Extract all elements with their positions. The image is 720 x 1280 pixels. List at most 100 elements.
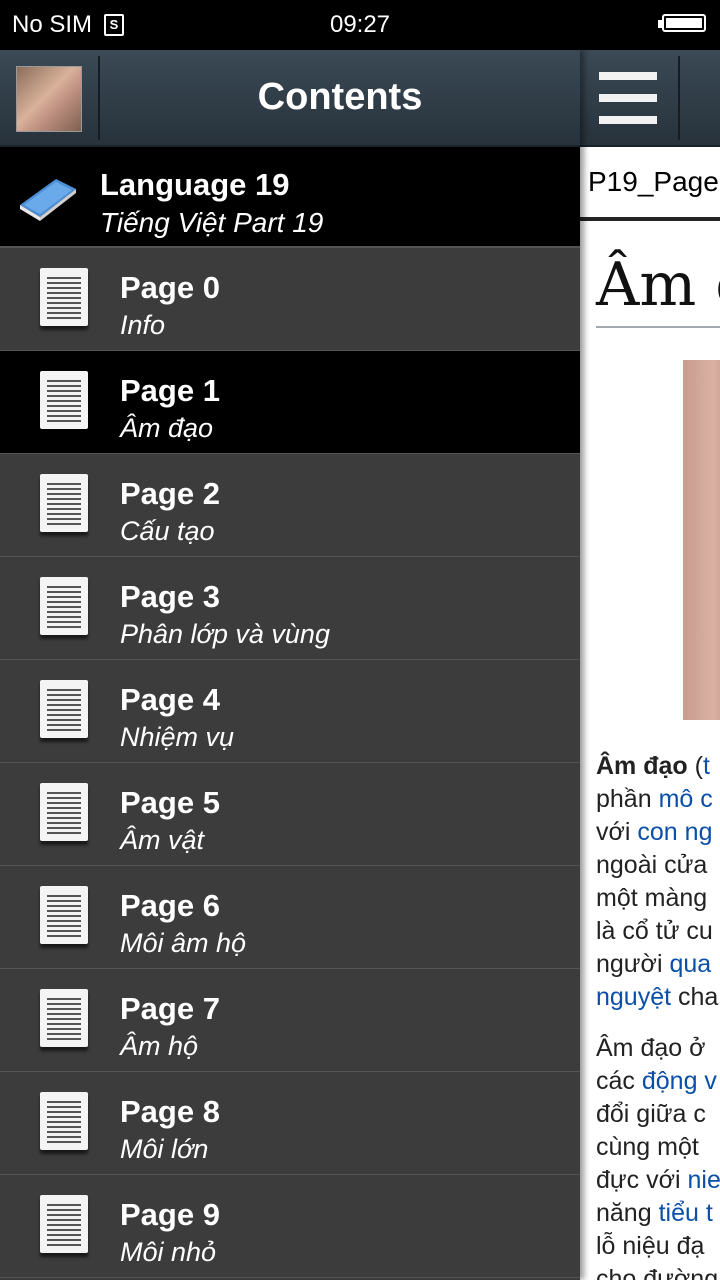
- app-logo: [16, 66, 82, 132]
- document-icon: [40, 783, 88, 841]
- text-segment: phần: [596, 785, 659, 813]
- page-item-0[interactable]: Page 0 Info: [0, 248, 580, 351]
- paragraph-line: lỗ niệu đạ: [596, 1230, 720, 1263]
- text-segment: cha: [671, 983, 719, 1011]
- page-item-subtitle: Phân lớp và vùng: [120, 619, 330, 649]
- page-item-5[interactable]: Page 5 Âm vật: [0, 763, 580, 866]
- article-link[interactable]: tiểu t: [659, 1199, 713, 1227]
- paragraph-line: phần mô c: [596, 783, 720, 816]
- paragraph-line: năng tiểu t: [596, 1197, 720, 1230]
- navigation-drawer: Contents Language 19 Tiếng Việt Part 19 …: [0, 50, 580, 1280]
- page-item-title: Page 6: [120, 888, 220, 923]
- page-item-9[interactable]: Page 9 Môi nhỏ: [0, 1175, 580, 1278]
- page-item-title: Page 2: [120, 476, 220, 511]
- page-item-subtitle: Âm vật: [120, 825, 205, 855]
- page-item-title: Page 4: [120, 682, 220, 717]
- status-bar: No SIM S 09:27: [0, 0, 720, 50]
- language-item[interactable]: Language 19 Tiếng Việt Part 19: [0, 147, 580, 248]
- paragraph-line: các động v: [596, 1065, 720, 1098]
- page-item-2[interactable]: Page 2 Cấu tạo: [0, 454, 580, 557]
- page-item-subtitle: Info: [120, 310, 166, 340]
- toolbar-divider: [678, 56, 680, 140]
- page-item-8[interactable]: Page 8 Môi lớn: [0, 1072, 580, 1175]
- bold-term: Âm đạo: [596, 752, 688, 780]
- article-link[interactable]: con ng: [637, 818, 712, 846]
- paragraph-line: nguyệt cha: [596, 981, 720, 1014]
- text-segment: với: [596, 818, 638, 846]
- paragraph-line: một màng: [596, 882, 720, 915]
- document-icon: [40, 268, 88, 326]
- paragraph-line: là cổ tử cu: [596, 915, 720, 948]
- document-icon: [40, 577, 88, 635]
- clock: 09:27: [329, 11, 391, 38]
- page-item-1[interactable]: Page 1 Âm đạo: [0, 351, 580, 454]
- article-paragraph-1: Âm đạo (t phần mô c với con ng ngoài cửa một…: [596, 750, 720, 1014]
- language-title: Language 19: [100, 167, 290, 202]
- article-link[interactable]: qua: [669, 950, 711, 978]
- page-item-title: Page 5: [120, 785, 220, 820]
- article-image[interactable]: [683, 360, 720, 720]
- article-title: Âm đ: [596, 250, 720, 320]
- title-divider: [596, 326, 720, 328]
- page-item-subtitle: Môi âm hộ: [120, 928, 247, 958]
- drawer-title: Contents: [257, 76, 423, 118]
- page-item-subtitle: Âm đạo: [120, 413, 214, 443]
- paragraph-line: đổi giữa c: [596, 1098, 720, 1131]
- battery-icon: [658, 14, 706, 32]
- page-item-subtitle: Môi nhỏ: [120, 1237, 217, 1267]
- article-link[interactable]: t: [703, 752, 710, 780]
- paragraph-line: Âm đạo (t: [596, 750, 720, 783]
- page-item-title: Page 8: [120, 1094, 220, 1129]
- paragraph-line: cùng một: [596, 1131, 720, 1164]
- article-link[interactable]: mô c: [659, 785, 713, 813]
- page-item-3[interactable]: Page 3 Phân lớp và vùng: [0, 557, 580, 660]
- page-item-6[interactable]: Page 6 Môi âm hộ: [0, 866, 580, 969]
- document-icon: [40, 371, 88, 429]
- text-segment: Âm đạo ở: [596, 1034, 706, 1062]
- page-item-title: Page 7: [120, 991, 220, 1026]
- content-pane: P19_Page Âm đ Âm đạo (tphần mô cvới con …: [580, 50, 720, 1280]
- page-item-subtitle: Nhiệm vụ: [120, 722, 235, 752]
- text-segment: đực với: [596, 1166, 688, 1194]
- content-toolbar: [580, 50, 720, 147]
- text-segment: người: [596, 950, 670, 978]
- paragraph-line: ngoài cửa: [596, 849, 720, 882]
- document-icon: [40, 989, 88, 1047]
- paragraph-line: cho đường: [596, 1263, 720, 1280]
- page-item-title: Page 9: [120, 1197, 220, 1232]
- page-item-subtitle: Môi lớn: [120, 1134, 209, 1164]
- text-segment: cho đường: [596, 1265, 719, 1280]
- document-icon: [40, 680, 88, 738]
- document-icon: [40, 1195, 88, 1253]
- page-name-tab[interactable]: P19_Page: [580, 147, 720, 221]
- page-item-title: Page 3: [120, 579, 220, 614]
- text-segment: là cổ tử cu: [596, 917, 713, 945]
- document-icon: [40, 1092, 88, 1150]
- page-item-7[interactable]: Page 7 Âm hộ: [0, 969, 580, 1072]
- document-icon: [40, 886, 88, 944]
- article-link[interactable]: nguyệt: [596, 983, 671, 1011]
- book-icon: [20, 179, 76, 221]
- language-subtitle: Tiếng Việt Part 19: [100, 207, 324, 238]
- page-item-subtitle: Âm hộ: [120, 1031, 199, 1061]
- page-item-title: Page 0: [120, 270, 220, 305]
- text-segment: các: [596, 1067, 642, 1095]
- menu-icon[interactable]: [580, 50, 677, 145]
- document-icon: [40, 474, 88, 532]
- text-segment: (: [687, 752, 703, 780]
- text-segment: cùng một: [596, 1133, 699, 1161]
- drawer-header: Contents: [0, 50, 580, 147]
- text-segment: ngoài cửa: [596, 851, 708, 879]
- page-item-title: Page 1: [120, 373, 220, 408]
- article-link[interactable]: nie: [687, 1166, 720, 1194]
- paragraph-line: người qua: [596, 948, 720, 981]
- article-link[interactable]: động v: [642, 1067, 717, 1095]
- text-segment: một màng: [596, 884, 708, 912]
- page-item-subtitle: Cấu tạo: [120, 516, 215, 546]
- paragraph-line: đực với nie: [596, 1164, 720, 1197]
- page-item-4[interactable]: Page 4 Nhiệm vụ: [0, 660, 580, 763]
- paragraph-line: Âm đạo ở: [596, 1032, 720, 1065]
- text-segment: năng: [596, 1199, 659, 1227]
- text-segment: lỗ niệu đạ: [596, 1232, 705, 1260]
- paragraph-line: với con ng: [596, 816, 720, 849]
